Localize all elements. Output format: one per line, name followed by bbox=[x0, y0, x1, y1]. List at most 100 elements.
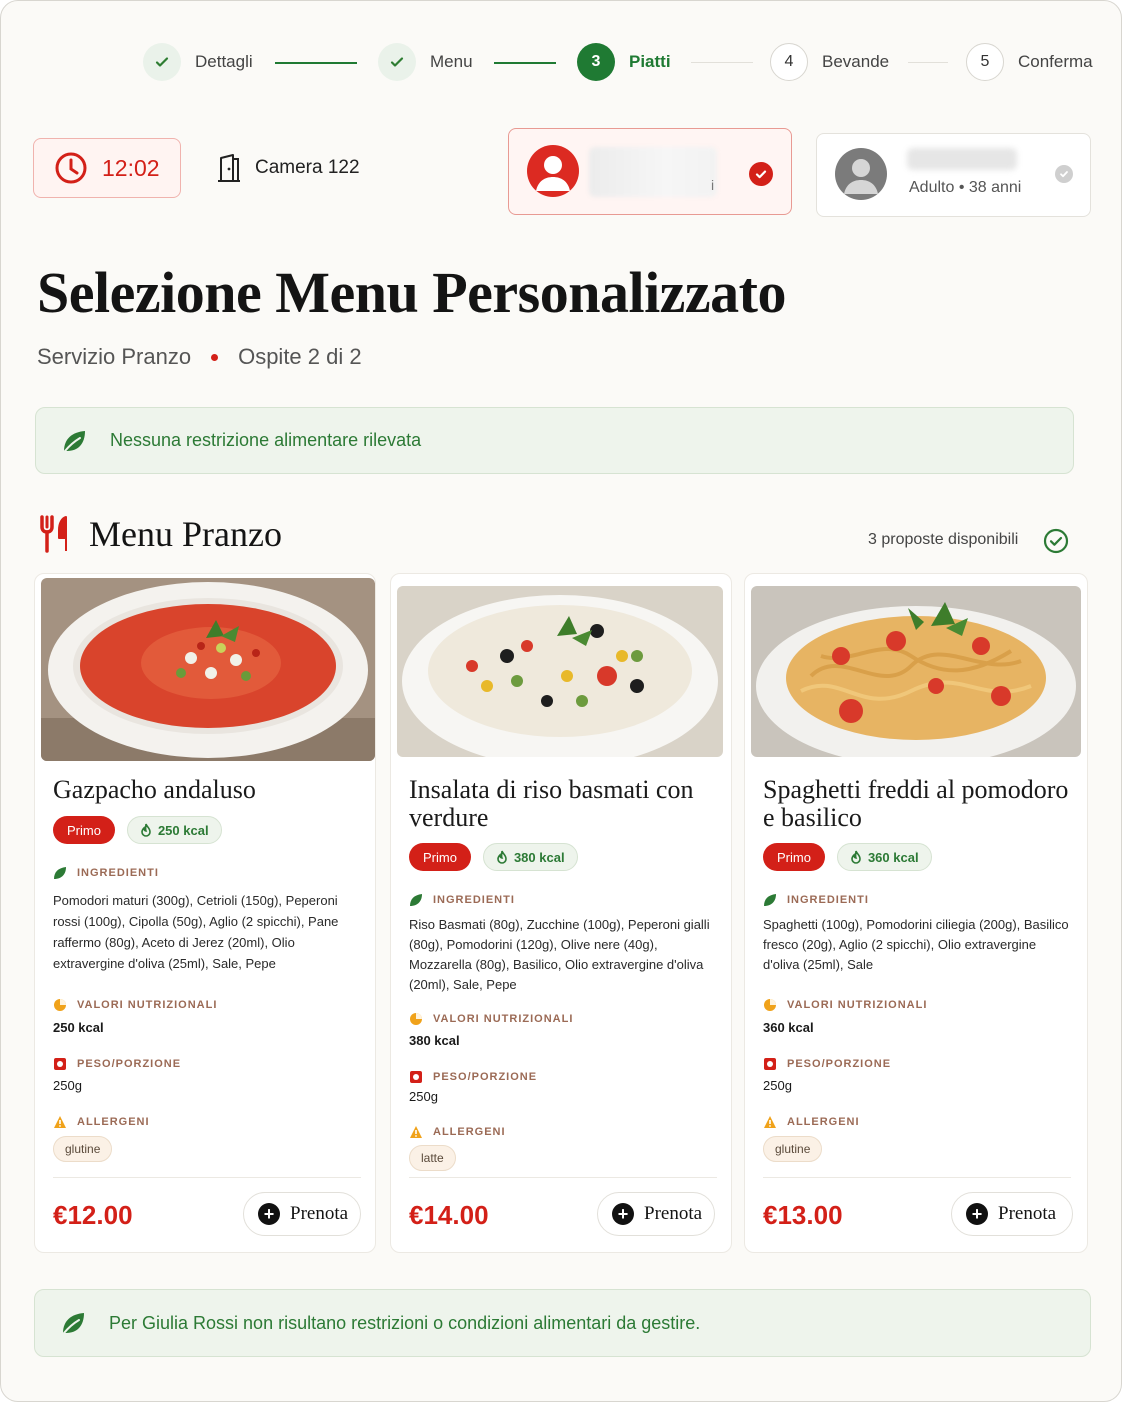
weight-label: PESO/PORZIONE bbox=[763, 1057, 891, 1071]
dish-image bbox=[41, 578, 375, 761]
ingredients-label: INGREDIENTI bbox=[409, 893, 515, 907]
card-divider bbox=[763, 1177, 1071, 1178]
dish-price: €14.00 bbox=[409, 1200, 489, 1230]
step-label: Conferma bbox=[1018, 52, 1093, 71]
dish-chips: Primo 380 kcal bbox=[409, 843, 578, 871]
card-divider bbox=[53, 1177, 361, 1178]
course-badge: Primo bbox=[763, 843, 825, 871]
app-window: Dettagli Menu 3 Piatti 4 Bevande 5 Confe… bbox=[0, 0, 1122, 1402]
nutrition-label: VALORI NUTRIZIONALI bbox=[409, 1012, 573, 1026]
book-button[interactable]: + Prenota bbox=[597, 1192, 715, 1236]
dish-card: Insalata di riso basmati con verdure Pri… bbox=[390, 573, 732, 1253]
step-bevande[interactable]: 4 Bevande bbox=[770, 42, 889, 82]
allergens-label: ALLERGENI bbox=[763, 1115, 860, 1129]
weight-label: PESO/PORZIONE bbox=[53, 1057, 181, 1071]
page-subtitle: Servizio Pranzo Ospite 2 di 2 bbox=[37, 344, 362, 370]
separator-dot bbox=[211, 353, 219, 361]
step-connector bbox=[908, 62, 948, 63]
pie-chart-icon bbox=[410, 1013, 422, 1025]
leaf-icon bbox=[63, 1313, 84, 1334]
scale-icon bbox=[764, 1058, 776, 1070]
allergens-label: ALLERGENI bbox=[53, 1115, 150, 1129]
step-number: 3 bbox=[577, 43, 615, 81]
stepper: Dettagli Menu 3 Piatti 4 Bevande 5 Confe… bbox=[1, 42, 1121, 82]
step-piatti[interactable]: 3 Piatti bbox=[577, 42, 671, 82]
check-icon bbox=[378, 43, 416, 81]
nutrition-label: VALORI NUTRIZIONALI bbox=[53, 998, 217, 1012]
menu-header: Menu Pranzo bbox=[39, 513, 282, 555]
step-conferma[interactable]: 5 Conferma bbox=[966, 42, 1093, 82]
dish-image bbox=[751, 586, 1081, 757]
guest-meta: Adulto • 38 anni bbox=[909, 179, 1022, 196]
door-icon bbox=[218, 154, 240, 182]
course-badge: Primo bbox=[53, 816, 115, 844]
step-connector bbox=[494, 62, 556, 64]
warning-icon bbox=[54, 1116, 66, 1128]
step-label: Menu bbox=[430, 52, 473, 71]
kcal-value: 250 kcal bbox=[157, 822, 209, 838]
step-connector bbox=[275, 62, 357, 64]
book-label: Prenota bbox=[290, 1203, 349, 1224]
scale-icon bbox=[54, 1058, 66, 1070]
footer-banner-text: Per Giulia Rossi non risultano restrizio… bbox=[109, 1312, 701, 1333]
dish-price: €13.00 bbox=[763, 1200, 843, 1230]
page-title: Selezione Menu Personalizzato bbox=[37, 260, 787, 325]
dish-card: Gazpacho andaluso Primo 250 kcal INGREDI… bbox=[34, 573, 376, 1253]
step-label: Dettagli bbox=[195, 52, 253, 71]
book-label: Prenota bbox=[998, 1203, 1057, 1224]
leaf-icon bbox=[64, 430, 85, 452]
room-info: Camera 122 bbox=[215, 151, 360, 185]
plus-circle-icon: + bbox=[966, 1203, 988, 1225]
flame-icon bbox=[497, 850, 507, 864]
dish-name: Spaghetti freddi al pomodoro e basilico bbox=[763, 775, 1069, 832]
avatar bbox=[835, 148, 887, 200]
guest-card-selected[interactable]: i bbox=[508, 128, 792, 215]
step-connector bbox=[691, 62, 753, 63]
step-label: Bevande bbox=[822, 52, 890, 71]
weight-value: 250g bbox=[409, 1089, 438, 1104]
course-badge: Primo bbox=[409, 843, 471, 871]
leaf-icon bbox=[410, 894, 422, 906]
nutrition-label: VALORI NUTRIZIONALI bbox=[763, 998, 927, 1012]
step-number: 5 bbox=[966, 43, 1004, 81]
guest-card[interactable]: Adulto • 38 anni bbox=[816, 133, 1091, 217]
pie-chart-icon bbox=[764, 999, 776, 1011]
ingredients-text: Pomodori maturi (300g), Cetrioli (150g),… bbox=[53, 893, 339, 971]
check-icon bbox=[749, 162, 773, 186]
kcal-value: 360 kcal bbox=[867, 849, 919, 865]
plus-circle-icon: + bbox=[258, 1203, 280, 1225]
kcal-badge: 380 kcal bbox=[482, 843, 578, 871]
restriction-banner: Nessuna restrizione alimentare rilevata bbox=[35, 407, 1074, 474]
ingredients-label: INGREDIENTI bbox=[53, 866, 159, 880]
scale-icon bbox=[410, 1071, 422, 1083]
room-label: Camera 122 bbox=[255, 157, 360, 178]
clock-icon bbox=[55, 152, 87, 184]
ingredients-text: Spaghetti (100g), Pomodorini ciliegia (2… bbox=[763, 917, 1069, 972]
avatar bbox=[527, 145, 579, 197]
nutrition-value: 380 kcal bbox=[409, 1033, 460, 1048]
leaf-icon bbox=[764, 894, 776, 906]
service-label: Servizio Pranzo bbox=[37, 344, 192, 369]
time-display: 12:02 bbox=[33, 138, 181, 198]
book-button[interactable]: + Prenota bbox=[243, 1192, 361, 1236]
allergen-tag: glutine bbox=[763, 1136, 823, 1162]
step-label: Piatti bbox=[629, 52, 671, 71]
weight-label: PESO/PORZIONE bbox=[409, 1070, 537, 1084]
step-menu[interactable]: Menu bbox=[378, 42, 473, 82]
flame-icon bbox=[851, 850, 861, 864]
weight-value: 250g bbox=[763, 1078, 792, 1093]
nutrition-value: 360 kcal bbox=[763, 1020, 814, 1035]
guest-name-redacted bbox=[907, 148, 1017, 170]
dish-price: €12.00 bbox=[53, 1200, 133, 1230]
card-divider bbox=[409, 1177, 717, 1178]
step-number: 4 bbox=[770, 43, 808, 81]
book-button[interactable]: + Prenota bbox=[951, 1192, 1073, 1236]
allergen-tag: glutine bbox=[53, 1136, 113, 1162]
guest-progress: Ospite 2 di 2 bbox=[238, 344, 362, 369]
step-dettagli[interactable]: Dettagli bbox=[143, 42, 253, 82]
book-label: Prenota bbox=[644, 1203, 703, 1224]
menu-title: Menu Pranzo bbox=[89, 514, 282, 554]
check-icon bbox=[1055, 165, 1073, 183]
dish-name: Insalata di riso basmati con verdure bbox=[409, 775, 694, 832]
nutrition-value: 250 kcal bbox=[53, 1020, 104, 1035]
